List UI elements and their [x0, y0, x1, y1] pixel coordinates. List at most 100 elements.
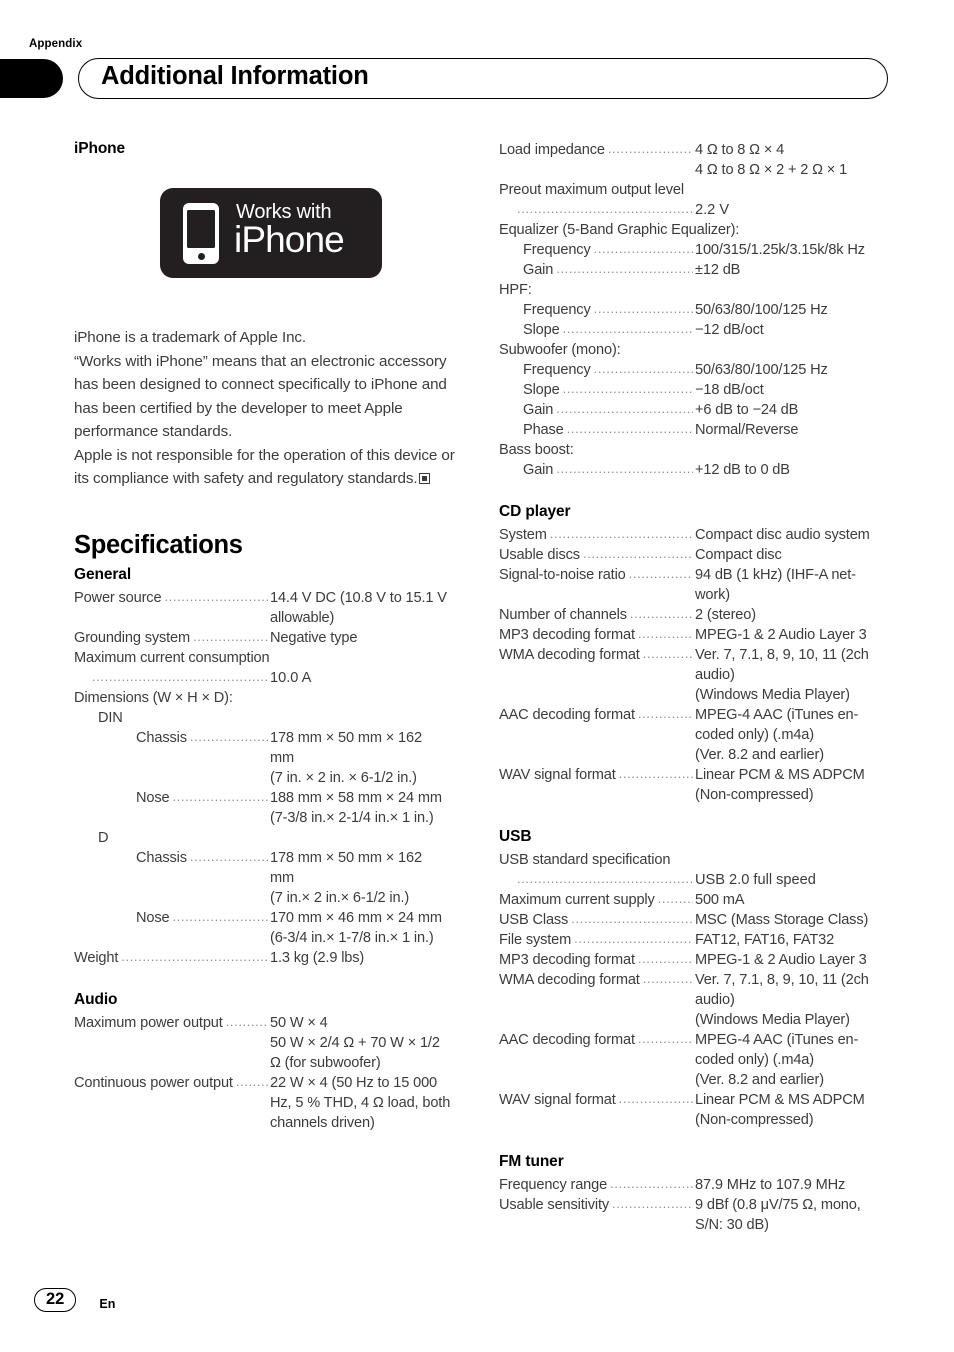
spec-value: Linear PCM & MS ADPCM: [695, 767, 865, 783]
spec-label: Usable sensitivity: [499, 1197, 610, 1213]
spec-row: Signal-to-noise ratio ..................…: [499, 565, 889, 585]
cd-player-heading: CD player: [499, 503, 571, 520]
spec-label: Usable discs: [499, 547, 580, 563]
spec-label: Phase: [523, 422, 564, 438]
spec-label-group: Gain ...................................…: [523, 260, 695, 280]
trademark-paragraph-1: iPhone is a trademark of Apple Inc.: [74, 329, 307, 346]
spec-row: System .................................…: [499, 525, 889, 545]
dot-leader: ........................................…: [637, 1031, 693, 1046]
spec-label: Frequency: [523, 302, 591, 318]
spec-label-hpf: HPF:: [499, 282, 532, 298]
dot-leader: ........................................…: [172, 788, 268, 804]
spec-label: Grounding system: [74, 629, 191, 646]
spec-label: Frequency: [523, 242, 591, 258]
spec-label-group: Usable discs ...........................…: [499, 545, 695, 565]
spec-row: MP3 decoding format ....................…: [499, 950, 889, 970]
trademark-paragraph-3-text: Apple is not responsible for the operati…: [74, 446, 455, 488]
dot-leader: ........................................…: [189, 728, 268, 744]
general-heading: General: [74, 565, 132, 583]
spec-label-group: MP3 decoding format ....................…: [499, 625, 695, 645]
spec-label-group: AAC decoding format ....................…: [499, 1030, 695, 1050]
spec-label-group: Maximum power output ...................…: [74, 1013, 270, 1033]
spec-label-group: Power source ...........................…: [74, 588, 270, 608]
dot-leader: ........................................…: [574, 931, 693, 946]
works-with-iphone-badge: Works with iPhone: [160, 188, 382, 278]
spec-label-group: Chassis ................................…: [136, 728, 270, 748]
trademark-paragraph-2: “Works with iPhone” means that an electr…: [74, 352, 447, 441]
spec-label: AAC decoding format: [499, 707, 635, 723]
dot-leader: ........................................…: [593, 361, 693, 376]
spec-label-subwoofer: Subwoofer (mono):: [499, 342, 621, 358]
spec-value: Ver. 7, 7.1, 8, 9, 10, 11 (2ch: [695, 972, 869, 988]
spec-label: Gain: [523, 462, 554, 478]
dot-leader: ........................................…: [556, 461, 693, 476]
spec-value-continuation: (7 in.× 2 in.× 6-1/2 in.): [270, 889, 410, 906]
spec-label: Weight: [74, 949, 119, 966]
spec-row: Grounding system .......................…: [74, 628, 464, 648]
dot-leader: ........................................…: [582, 546, 693, 561]
spec-row: Frequency ..............................…: [499, 240, 889, 260]
spec-value: FAT12, FAT16, FAT32: [695, 932, 835, 948]
spec-label-group: Slope ..................................…: [523, 320, 695, 340]
dot-leader: ........................................…: [593, 241, 693, 256]
dot-leader: ........................................…: [517, 201, 695, 216]
spec-value: 2 (stereo): [695, 607, 756, 623]
spec-label-group: Nose ...................................…: [136, 908, 270, 928]
spec-label: Nose: [136, 789, 170, 806]
spec-value-continuation: (Ver. 8.2 and earlier): [695, 1072, 824, 1088]
spec-row: WMA decoding format ....................…: [499, 970, 889, 990]
spec-value-continuation: work): [695, 587, 730, 603]
spec-row: Gain ...................................…: [499, 460, 889, 480]
spec-value: 50/63/80/100/125 Hz: [695, 362, 828, 378]
spec-label-group: Gain ...................................…: [523, 400, 695, 420]
spec-label-group: Frequency ..............................…: [523, 300, 695, 320]
page-title: Additional Information: [101, 62, 369, 90]
spec-label-group: File system ............................…: [499, 930, 695, 950]
dot-leader: ........................................…: [618, 1091, 693, 1106]
spec-label-group: Load impedance .........................…: [499, 140, 695, 160]
spec-row: Chassis ................................…: [74, 848, 464, 868]
spec-value: ±12 dB: [695, 262, 741, 278]
spec-row: ........................................…: [499, 200, 889, 220]
spec-value-continuation: allowable): [270, 609, 335, 626]
spec-value: Linear PCM & MS ADPCM: [695, 1092, 865, 1108]
dot-leader: ........................................…: [612, 1196, 693, 1211]
spec-label-group: Number of channels .....................…: [499, 605, 695, 625]
spec-value: −18 dB/oct: [695, 382, 764, 398]
spec-label-bass-boost: Bass boost:: [499, 442, 574, 458]
dot-leader: ........................................…: [637, 706, 693, 721]
spec-value: 10.0 A: [270, 669, 312, 686]
iphone-screen-icon: [187, 210, 215, 248]
dot-leader: ........................................…: [172, 908, 268, 924]
spec-value-continuation: (Ver. 8.2 and earlier): [695, 747, 824, 763]
spec-value: 9 dBf (0.8 μV/75 Ω, mono,: [695, 1197, 861, 1213]
spec-row: Continuous power output ................…: [74, 1073, 464, 1093]
spec-row: WAV signal format ......................…: [499, 765, 889, 785]
left-column: iPhone Works with iPhone iPhone is a tra…: [74, 140, 464, 1133]
spec-value: −12 dB/oct: [695, 322, 764, 338]
spec-label-group: WAV signal format ......................…: [499, 765, 695, 785]
spec-row: Frequency range ........................…: [499, 1175, 889, 1195]
spec-label-group: System .................................…: [499, 525, 695, 545]
spec-row: Nose ...................................…: [74, 908, 464, 928]
spec-label: Continuous power output: [74, 1074, 233, 1091]
spec-row: Frequency ..............................…: [499, 300, 889, 320]
spec-value: 178 mm × 50 mm × 162: [270, 849, 422, 866]
spec-label-group: Signal-to-noise ratio ..................…: [499, 565, 695, 585]
spec-value: 170 mm × 46 mm × 24 mm: [270, 909, 442, 926]
spec-value-continuation: coded only) (.m4a): [695, 1052, 814, 1068]
spec-value: MSC (Mass Storage Class): [695, 912, 869, 928]
spec-label: Load impedance: [499, 142, 605, 158]
spec-label: Maximum power output: [74, 1014, 223, 1031]
dot-leader: ........................................…: [556, 401, 693, 416]
spec-value: Ver. 7, 7.1, 8, 9, 10, 11 (2ch: [695, 647, 869, 663]
spec-label: Maximum current consumption: [74, 649, 270, 666]
dot-leader: ........................................…: [637, 951, 693, 966]
spec-row: WAV signal format ......................…: [499, 1090, 889, 1110]
spec-value-continuation: Ω (for subwoofer): [270, 1054, 381, 1071]
spec-value-continuation: (Non-compressed): [695, 1112, 814, 1128]
spec-value: 50 W × 4: [270, 1014, 328, 1031]
spec-value-continuation: (7 in. × 2 in. × 6-1/2 in.): [270, 769, 417, 786]
dot-leader: ........................................…: [562, 381, 693, 396]
spec-value: 2.2 V: [695, 202, 730, 218]
